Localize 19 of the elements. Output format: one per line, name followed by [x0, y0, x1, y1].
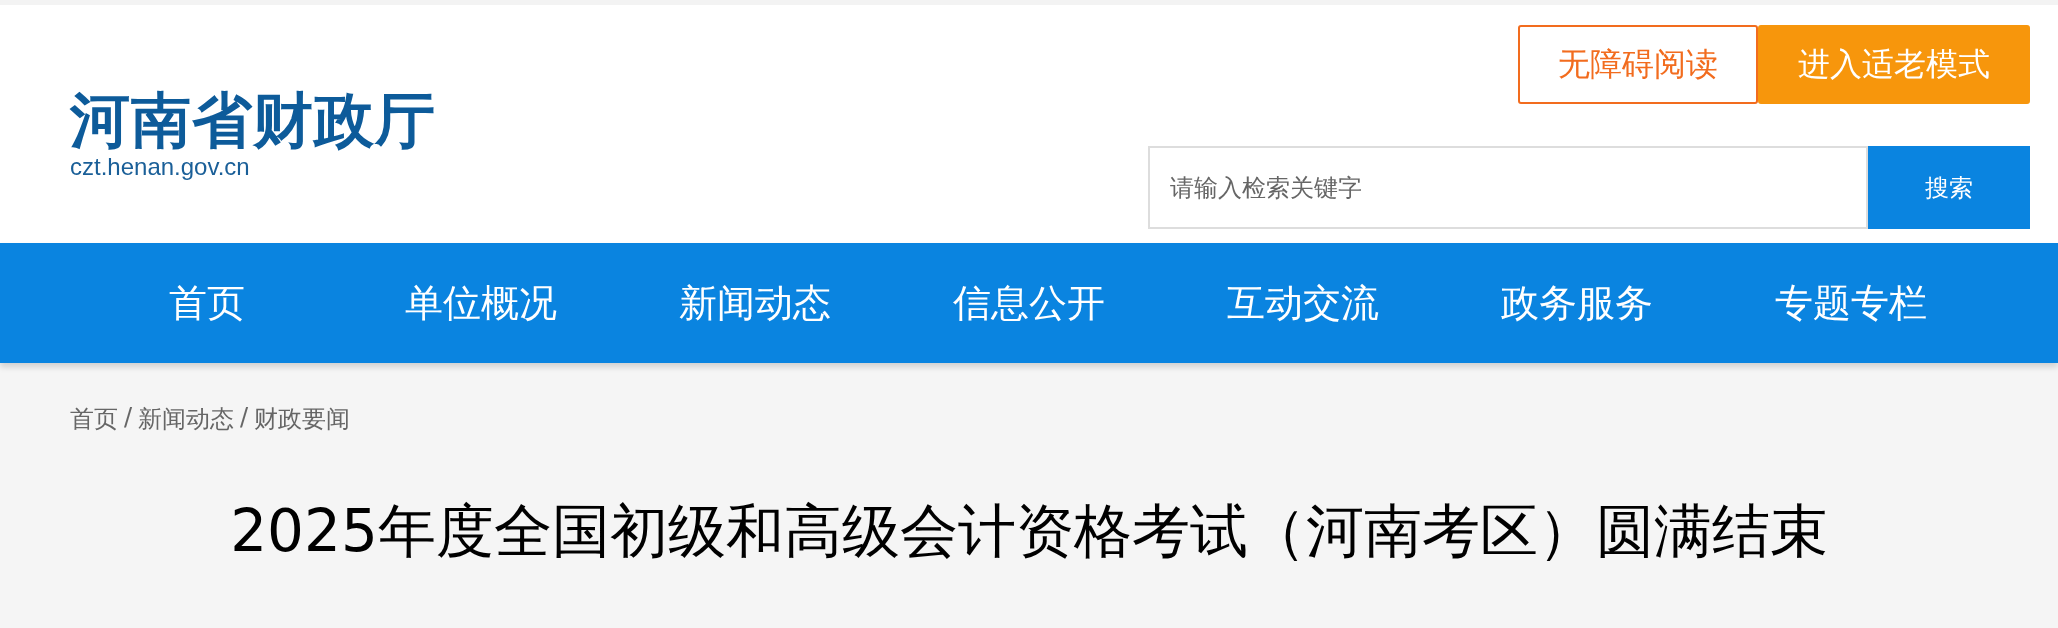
article-title: 2025年度全国初级和高级会计资格考试（河南考区）圆满结束 [229, 496, 1829, 567]
search-field[interactable]: 请输入检索关键字 [1148, 146, 1868, 229]
nav-item[interactable]: 信息公开 [892, 277, 1166, 329]
nav-item[interactable]: 新闻动态 [618, 277, 892, 329]
breadcrumb-link[interactable]: 新闻动态 [138, 403, 235, 435]
breadcrumb-link[interactable]: 首页 [70, 403, 118, 435]
breadcrumb-separator: / [240, 403, 249, 433]
nav-item[interactable]: 互动交流 [1166, 277, 1440, 329]
site-logo: 河南省财政厅 [70, 87, 436, 153]
nav-item[interactable]: 单位概况 [344, 277, 618, 329]
breadcrumb-link[interactable]: 财政要闻 [254, 403, 351, 435]
nav-item[interactable]: 政务服务 [1440, 277, 1714, 329]
breadcrumb-separator: / [124, 403, 133, 433]
site-domain: czt.henan.gov.cn [70, 153, 251, 181]
search-button[interactable]: 搜索 [1868, 146, 2030, 229]
nav-item[interactable]: 首页 [70, 277, 344, 329]
accessibility-button[interactable]: 无障碍阅读 [1518, 25, 1758, 104]
elderly-mode-button[interactable]: 进入适老模式 [1758, 25, 2030, 104]
nav-item[interactable]: 专题专栏 [1714, 277, 1988, 329]
